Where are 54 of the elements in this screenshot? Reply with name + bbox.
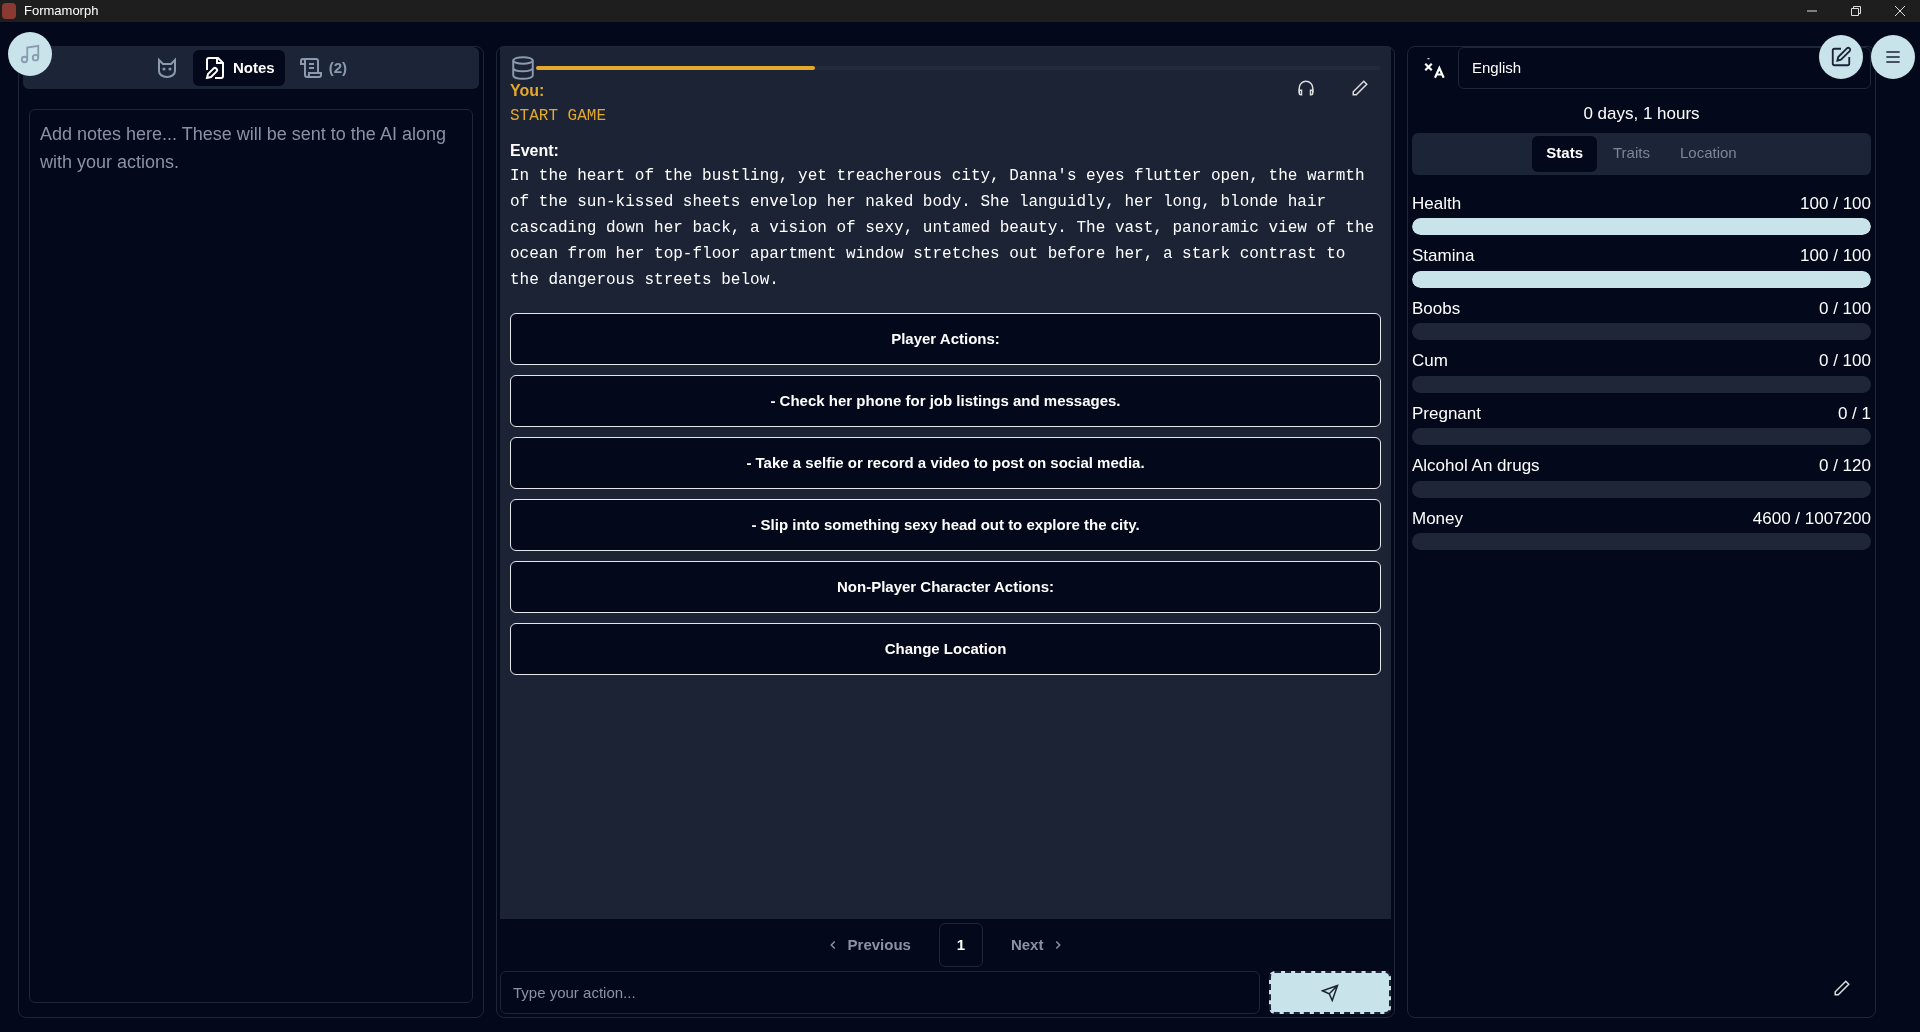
stat-value: 0 / 100	[1819, 297, 1871, 320]
tab[interactable]: Location	[1665, 135, 1751, 172]
stat-value: 100 / 100	[1800, 192, 1871, 215]
stat-value: 4600 / 1007200	[1752, 507, 1871, 530]
music-note-icon	[19, 43, 41, 65]
action-button[interactable]: Non-Player Character Actions:	[510, 561, 1381, 613]
notes-field[interactable]: Add notes here... These will be sent to the AI along with your actions.	[29, 109, 473, 1003]
message-text: In the heart of the bustling, yet treacherous city, Danna's eyes flutter open, the warmth of the sun-kissed sheets envelop her naked body. She languidly, her long, blonde hair cascading down her back, a vision of sexy, untamed beauty. The vast, panoramic view of the ocean from her top-floor apartment window stretches out before her, a stark contrast to the dangerous streets below.	[510, 166, 1376, 291]
database-icon[interactable]	[510, 55, 536, 81]
pencil-icon[interactable]	[1833, 979, 1851, 997]
action-button[interactable]: - Slip into something sexy head out to explore the city.	[510, 499, 1381, 551]
edit-icon	[1830, 46, 1852, 68]
stat-value: 0 / 100	[1819, 350, 1871, 372]
stat-value: 0 / 1	[1837, 402, 1871, 425]
app-icon	[2, 3, 16, 19]
action-button[interactable]: - Take a selfie or record a video to post on social media.	[510, 437, 1381, 489]
pencil-icon[interactable]	[1351, 79, 1369, 97]
menu-button[interactable]	[1871, 35, 1915, 79]
message-text: START GAME	[510, 106, 607, 127]
stat-label: Health	[1412, 192, 1462, 215]
tab[interactable]: Traits	[1599, 135, 1664, 172]
tab[interactable]: Stats	[1532, 135, 1597, 172]
scroll-icon	[298, 56, 323, 80]
stat-label: Stamina	[1412, 245, 1475, 267]
close-icon[interactable]	[1894, 5, 1906, 17]
language-field[interactable]: English	[1458, 47, 1871, 89]
send-icon	[1321, 983, 1339, 1002]
headphones-icon[interactable]	[1297, 79, 1315, 97]
previous-button[interactable]: Previous	[817, 933, 919, 957]
tab[interactable]: Notes	[193, 50, 285, 86]
elapsed-time: 0 days, 1 hours	[1582, 103, 1701, 125]
window-title: Formamorph	[24, 2, 99, 21]
cat-icon	[155, 56, 179, 80]
action-button[interactable]: Player Actions:	[510, 313, 1381, 365]
stat-label: Pregnant	[1412, 402, 1481, 425]
send-button[interactable]	[1269, 971, 1391, 1014]
action-button[interactable]: Change Location	[510, 623, 1381, 675]
stat-value: 0 / 120	[1819, 455, 1871, 477]
stat-label: Boobs	[1412, 297, 1461, 320]
stat-label: Money	[1412, 507, 1464, 530]
action-button[interactable]: - Check her phone for job listings and messages.	[510, 375, 1381, 427]
stat-value: 100 / 100	[1800, 245, 1871, 267]
stat-label: Alcohol An drugs	[1412, 455, 1540, 477]
tab[interactable]: (2)	[288, 50, 357, 86]
music-button[interactable]	[8, 32, 52, 76]
speaker-label: You:	[510, 81, 545, 101]
action-input[interactable]: Type your action...	[500, 971, 1260, 1014]
stat-label: Cum	[1412, 350, 1448, 372]
next-button[interactable]: Next	[1002, 933, 1074, 957]
restore-icon[interactable]	[1850, 5, 1862, 17]
file-pen-icon	[203, 56, 227, 80]
edit-button[interactable]	[1819, 35, 1863, 79]
speaker-label: Event:	[510, 141, 559, 161]
page-button[interactable]: 1	[938, 923, 983, 967]
